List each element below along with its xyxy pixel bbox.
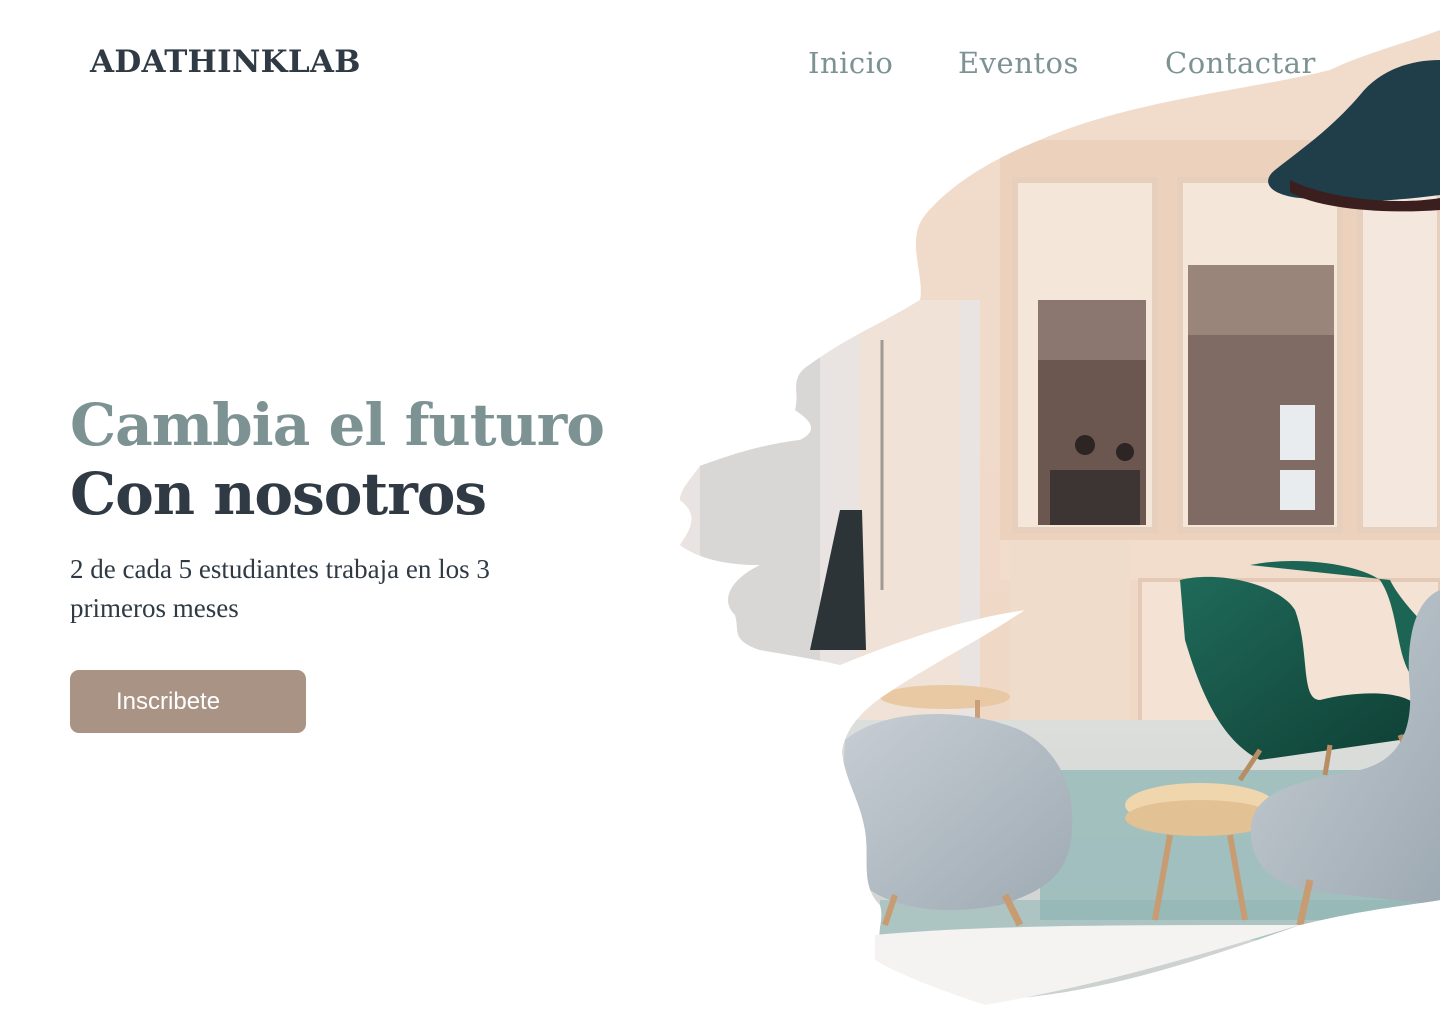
hero-subtitle: 2 de cada 5 estudiantes trabaja en los 3… — [70, 554, 490, 623]
nav-link-eventos[interactable]: Eventos — [958, 46, 1079, 80]
hero-headline-line2: Con nosotros — [70, 460, 487, 528]
signup-button[interactable]: Inscribete — [70, 670, 306, 733]
landing-page: ADATHINKLAB Inicio Eventos Contactar Cam… — [0, 0, 1440, 1024]
nav-link-contactar[interactable]: Contactar — [1165, 46, 1316, 80]
hero-section: Cambia el futuro Con nosotros 2 de cada … — [70, 390, 605, 733]
nav-link-inicio[interactable]: Inicio — [808, 46, 893, 80]
main-nav: Inicio Eventos Contactar — [0, 46, 1440, 90]
hero-headline-line1: Cambia el futuro — [70, 391, 605, 459]
